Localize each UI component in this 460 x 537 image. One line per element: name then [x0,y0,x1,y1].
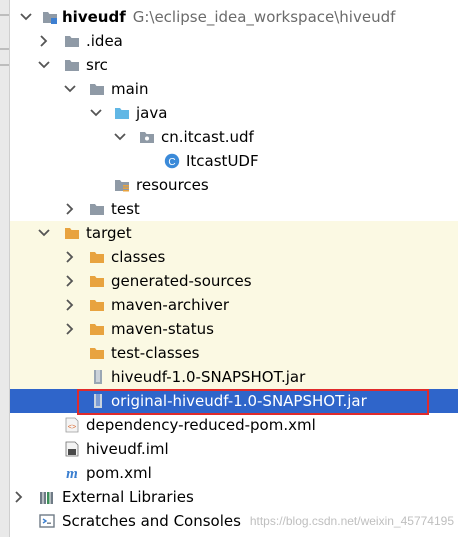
folder-icon [65,60,79,71]
strip-marker [0,48,9,50]
tree-row-jar[interactable]: hiveudf-1.0-SNAPSHOT.jar [10,365,458,389]
tree-row-classes[interactable]: classes [10,245,458,269]
chevron-down-icon[interactable] [36,225,52,241]
chevron-right-icon[interactable] [62,321,78,337]
tree-row-java[interactable]: java [10,101,458,125]
tool-window-strip [0,0,10,537]
chevron-right-icon[interactable] [62,249,78,265]
folder-icon [65,228,79,239]
module-path: G:\eclipse_idea_workspace\hiveudf [132,8,396,26]
tree-row-dependency-pom[interactable]: <> dependency-reduced-pom.xml [10,413,458,437]
xml-badge: <> [68,424,76,432]
class-icon: C [164,153,180,169]
tree-label: maven-status [111,320,214,338]
tree-label: .idea [86,32,123,50]
chevron-right-icon[interactable] [62,201,78,217]
chevron-right-icon[interactable] [62,273,78,289]
tree-row-src[interactable]: src [10,53,458,77]
libraries-icon [40,492,53,504]
tree-row-iml[interactable]: hiveudf.iml [10,437,458,461]
folder-icon [90,252,104,263]
chevron-down-icon[interactable] [112,129,128,145]
tree-row-hiveudf[interactable]: hiveudf G:\eclipse_idea_workspace\hiveudf [10,5,458,29]
tree-label: hiveudf.iml [86,440,169,458]
folder-icon [90,324,104,335]
chevron-down-icon[interactable] [88,105,104,121]
folder-icon [90,348,104,359]
folder-icon [65,36,79,47]
tree-row-pom[interactable]: m pom.xml [10,461,458,485]
chevron-down-icon[interactable] [62,81,78,97]
folder-icon [90,276,104,287]
scratches-icon [39,514,55,528]
tree-row-generated-sources[interactable]: generated-sources [10,269,458,293]
tree-label: main [111,80,149,98]
tree-row-maven-archiver[interactable]: maven-archiver [10,293,458,317]
tree-label: hiveudf G:\eclipse_idea_workspace\hiveudf [62,8,396,26]
iml-file-icon [65,441,79,457]
tree-label: resources [136,176,209,194]
jar-icon [94,370,102,384]
tree-label: target [86,224,132,242]
tree-label: External Libraries [62,488,194,506]
tree-label: test-classes [111,344,200,362]
tree-label: classes [111,248,166,266]
chevron-down-icon[interactable] [18,9,34,25]
chevron-right-icon[interactable] [62,297,78,313]
tree-row-external-libraries[interactable]: External Libraries [10,485,458,509]
module-folder-icon [43,12,57,24]
tree-row-original-jar[interactable]: original-hiveudf-1.0-SNAPSHOT.jar [10,389,458,413]
tree-label: ItcastUDF [186,152,259,170]
chevron-right-icon[interactable] [36,33,52,49]
tree-label: original-hiveudf-1.0-SNAPSHOT.jar [111,392,367,410]
xml-icon: <> [65,417,79,433]
tree-row-test-classes[interactable]: test-classes [10,341,458,365]
tree-label: src [86,56,108,74]
tree-row-resources[interactable]: resources [10,173,458,197]
maven-icon: m [66,466,78,481]
resources-folder-icon [115,180,129,192]
tree-row-idea[interactable]: .idea [10,29,458,53]
tree-row-package[interactable]: cn.itcast.udf [10,125,458,149]
tree-label: cn.itcast.udf [161,128,254,146]
tree-label: maven-archiver [111,296,230,314]
folder-icon [90,204,104,215]
tree-label: test [111,200,140,218]
jar-icon [94,394,102,408]
tree-label: hiveudf-1.0-SNAPSHOT.jar [111,368,306,386]
strip-marker [0,14,9,16]
tree-label: Scratches and Consoles [62,512,241,530]
tree-label: pom.xml [86,464,152,482]
watermark: https://blog.csdn.net/weixin_45774195 [249,514,454,528]
tree-row-target[interactable]: target [10,221,458,245]
tree-row-maven-status[interactable]: maven-status [10,317,458,341]
strip-marker [0,64,9,66]
folder-icon [90,300,104,311]
chevron-down-icon[interactable] [36,57,52,73]
folder-icon [90,84,104,95]
source-folder-icon [115,108,129,119]
package-icon [140,132,154,143]
tree-label: dependency-reduced-pom.xml [86,416,316,434]
chevron-right-icon[interactable] [11,489,27,505]
tree-row-class[interactable]: C ItcastUDF [10,149,458,173]
tree-row-test[interactable]: test [10,197,458,221]
tree-row-main[interactable]: main [10,77,458,101]
tree-label: generated-sources [111,272,252,290]
maven-badge: m [66,466,78,481]
tree-label: java [136,104,168,122]
class-badge: C [168,157,175,168]
